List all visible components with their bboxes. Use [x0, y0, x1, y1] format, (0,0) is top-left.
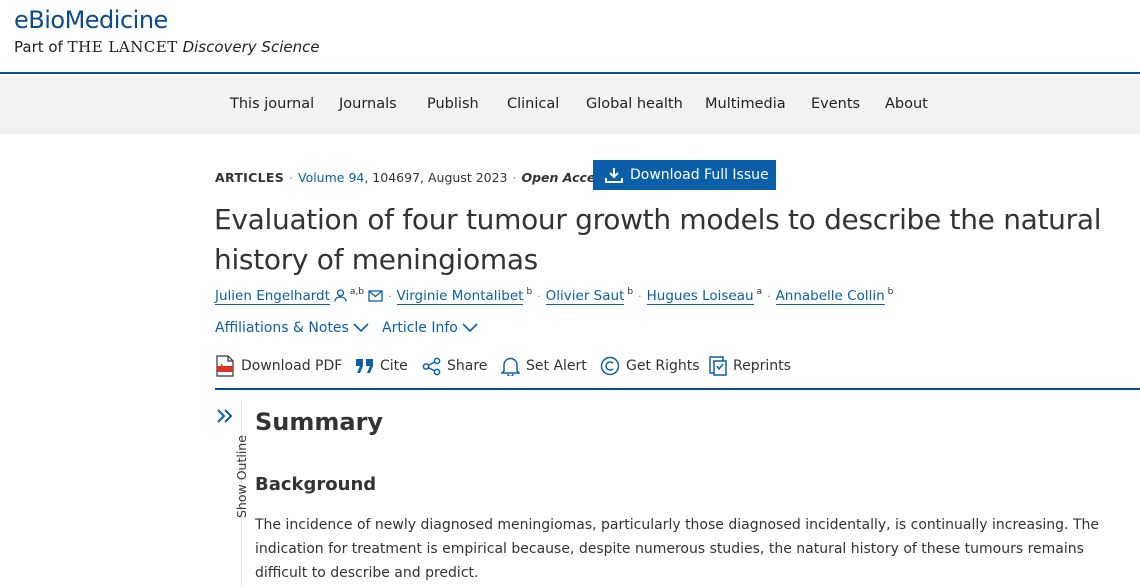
- affiliations-notes-toggle[interactable]: Affiliations & Notes: [215, 320, 369, 336]
- journal-tagline: Part of THE LANCET Discovery Science: [14, 38, 320, 56]
- set-alert-label: Set Alert: [526, 358, 587, 374]
- article-section: ARTICLES: [215, 170, 284, 185]
- background-heading: Background: [255, 474, 377, 495]
- author-affiliation: a,b: [349, 287, 365, 297]
- download-pdf-button[interactable]: Download PDF: [215, 354, 342, 378]
- author-link[interactable]: Annabelle Collin: [775, 287, 885, 305]
- nav-this-journal[interactable]: This journal: [230, 96, 314, 112]
- article-info-label: Article Info: [382, 320, 458, 336]
- article-meta: ARTICLES · Volume 94, 104697, August 2023 ·…: [215, 170, 611, 185]
- download-full-issue-button[interactable]: Download Full Issue: [593, 160, 776, 190]
- chevron-down-icon: [462, 323, 478, 333]
- tagline-prefix: Part of: [14, 38, 63, 56]
- download-full-issue-label: Download Full Issue: [630, 167, 769, 183]
- download-pdf-label: Download PDF: [241, 358, 343, 374]
- download-icon: [605, 168, 623, 183]
- nav-about[interactable]: About: [885, 96, 928, 112]
- double-chevron-right-icon[interactable]: [216, 408, 234, 424]
- article-info-toggle[interactable]: Article Info: [382, 320, 478, 336]
- background-paragraph: The incidence of newly diagnosed meningi…: [255, 517, 1099, 581]
- share-icon: [422, 357, 441, 375]
- article-title: Evaluation of four tumour growth models …: [214, 203, 1102, 276]
- author-affiliation: b: [526, 287, 533, 297]
- author-affiliation: a: [756, 287, 763, 297]
- author-affiliation: b: [887, 287, 894, 297]
- volume-link[interactable]: Volume 94: [298, 170, 364, 185]
- author-link[interactable]: Julien Engelhardt: [215, 287, 330, 305]
- toolbar-divider: [215, 388, 1140, 390]
- bell-icon: [501, 357, 520, 376]
- nav-multimedia[interactable]: Multimedia: [705, 96, 786, 112]
- reprints-label: Reprints: [733, 358, 791, 374]
- email-icon[interactable]: [368, 289, 383, 302]
- author-link[interactable]: Hugues Loiseau: [646, 287, 754, 305]
- main-nav: This journal Journals Publish Clinical G…: [0, 76, 1140, 134]
- site-header: eBioMedicine Part of THE LANCET Discover…: [0, 0, 1140, 74]
- share-button[interactable]: Share: [422, 354, 487, 378]
- journal-logo[interactable]: eBioMedicine: [14, 6, 168, 34]
- cite-button[interactable]: Cite: [355, 354, 408, 378]
- get-rights-label: Get Rights: [626, 358, 700, 374]
- share-label: Share: [447, 358, 488, 374]
- quote-icon: [356, 359, 373, 373]
- pdf-icon: [216, 355, 234, 377]
- get-rights-button[interactable]: Get Rights: [600, 354, 700, 378]
- nav-global-health[interactable]: Global health: [586, 96, 683, 112]
- nav-events[interactable]: Events: [811, 96, 860, 112]
- affiliations-notes-label: Affiliations & Notes: [215, 320, 349, 336]
- author-list: Julien Engelhardt a,b · Virginie Montalibet…: [215, 287, 894, 305]
- tagline-discovery: Discovery Science: [182, 38, 320, 56]
- nav-journals[interactable]: Journals: [339, 96, 397, 112]
- summary-heading: Summary: [255, 408, 384, 436]
- cite-label: Cite: [380, 358, 408, 374]
- reprints-icon: [709, 356, 727, 376]
- set-alert-button[interactable]: Set Alert: [501, 354, 587, 378]
- copyright-icon: [600, 356, 620, 376]
- show-outline-toggle[interactable]: Show Outline: [234, 435, 249, 518]
- author-affiliation: b: [627, 287, 634, 297]
- chevron-down-icon: [353, 323, 369, 333]
- reprints-button[interactable]: Reprints: [709, 354, 791, 378]
- author-link[interactable]: Virginie Montalibet: [396, 287, 524, 305]
- nav-clinical[interactable]: Clinical: [507, 96, 559, 112]
- article-details: , 104697, August 2023: [364, 170, 508, 185]
- tagline-lancet: THE LANCET: [67, 38, 178, 56]
- author-link[interactable]: Olivier Saut: [545, 287, 625, 305]
- person-icon[interactable]: [334, 288, 347, 302]
- nav-publish[interactable]: Publish: [427, 96, 479, 112]
